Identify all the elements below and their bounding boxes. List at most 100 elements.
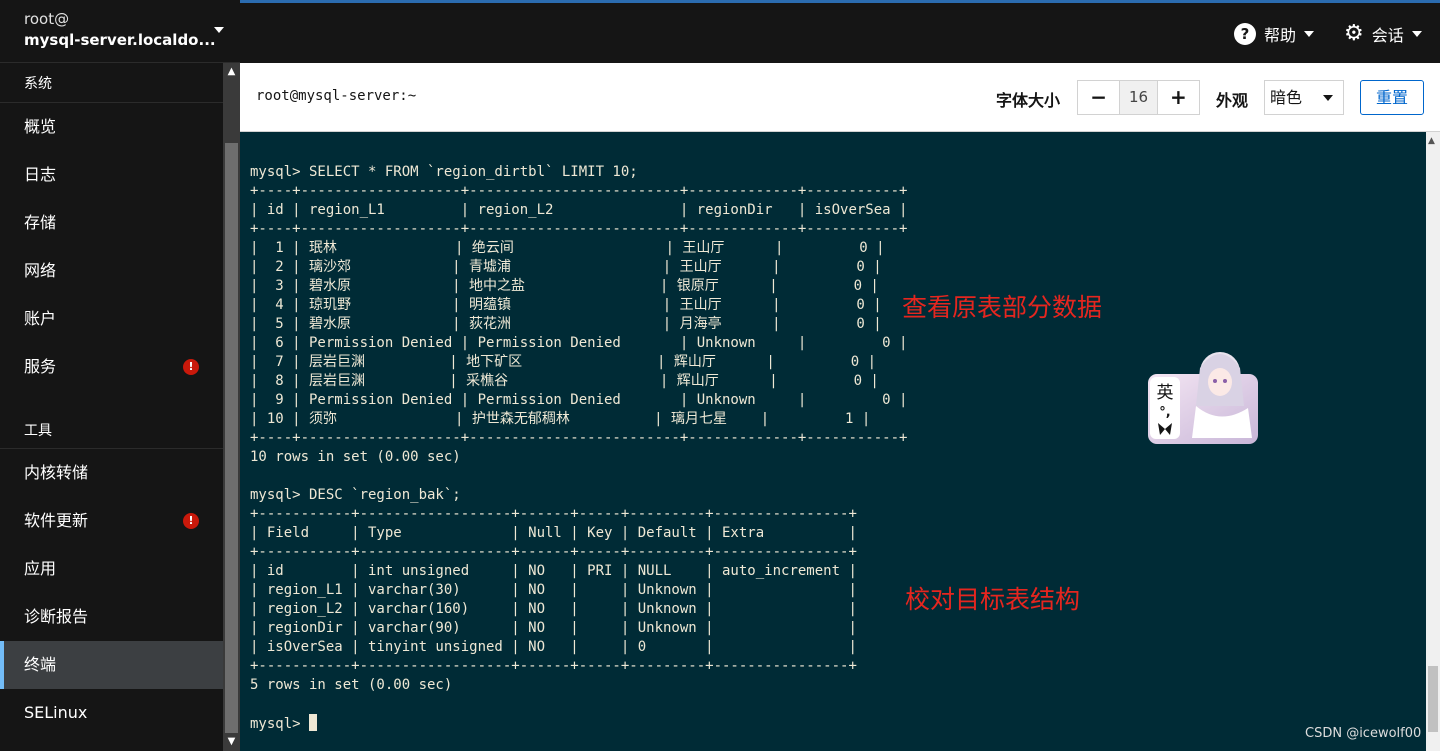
terminal-output: mysql> SELECT * FROM `region_dirtbl` LIM…	[250, 163, 907, 734]
font-size-input[interactable]: 16	[1119, 81, 1158, 114]
sidebar-item-system-5[interactable]: 服务!	[0, 343, 223, 391]
ime-status-badge[interactable]: 英 °,	[1148, 346, 1258, 444]
terminal-line: | 1 | 珉林 | 绝云间 | 王山厅 | 0 |	[250, 240, 885, 256]
help-menu[interactable]: ? 帮助	[1234, 22, 1315, 46]
font-increase-button[interactable]: +	[1158, 81, 1199, 114]
sidebar-item-system-1[interactable]: 日志	[0, 151, 223, 199]
help-label: 帮助	[1264, 26, 1297, 45]
sidebar-item-label: 网络	[24, 261, 57, 280]
help-icon: ?	[1234, 23, 1256, 45]
sidebar-item-tools-0[interactable]: 内核转储	[0, 449, 223, 497]
terminal-title: root@mysql-server:~	[256, 88, 417, 104]
terminal-line: | regionDir | varchar(90) | NO | | Unkno…	[250, 620, 857, 636]
gear-icon: ⚙	[1344, 21, 1364, 46]
sidebar-item-system-0[interactable]: 概览	[0, 103, 223, 151]
terminal-line: | id | region_L1 | region_L2 | regionDir…	[250, 202, 908, 218]
host-switcher[interactable]: root@ mysql-server.localdo...	[0, 0, 240, 63]
font-size-stepper: − 16 +	[1077, 80, 1200, 115]
terminal-line: 10 rows in set (0.00 sec)	[250, 449, 461, 465]
terminal-line: +-----------+------------------+------+-…	[250, 506, 857, 522]
session-menu[interactable]: ⚙ 会话	[1344, 22, 1422, 46]
terminal-line: | 6 | Permission Denied | Permission Den…	[250, 335, 908, 351]
sidebar-item-label: 诊断报告	[24, 607, 89, 626]
terminal-line: | region_L1 | varchar(30) | NO | | Unkno…	[250, 582, 857, 598]
terminal-line: | 2 | 璃沙郊 | 青墟浦 | 王山厅 | 0 |	[250, 259, 882, 275]
terminal-line: | 3 | 碧水原 | 地中之盐 | 银原厅 | 0 |	[250, 278, 879, 294]
terminal-line: | 7 | 层岩巨渊 | 地下矿区 | 辉山厅 | 0 |	[250, 354, 877, 370]
terminal-prompt-line[interactable]: mysql>	[250, 714, 907, 734]
sidebar-item-system-2[interactable]: 存储	[0, 199, 223, 247]
terminal-line: +----+-------------------+--------------…	[250, 183, 908, 199]
sidebar-item-label: 账户	[24, 309, 57, 328]
watermark: CSDN @icewolf00	[1305, 726, 1422, 741]
ime-punct-label: °,	[1159, 405, 1170, 420]
sidebar-item-system-3[interactable]: 网络	[0, 247, 223, 295]
sidebar-item-label: 服务	[24, 357, 57, 376]
scroll-down-icon[interactable]: ▼	[226, 736, 237, 748]
chevron-down-icon	[214, 27, 224, 33]
annotation-check-structure: 校对目标表结构	[905, 585, 1081, 614]
nav-group-system: 系统	[0, 63, 223, 103]
font-size-label: 字体大小	[996, 91, 1061, 110]
chevron-down-icon	[1304, 31, 1315, 37]
terminal-line: mysql> SELECT * FROM `region_dirtbl` LIM…	[250, 164, 638, 180]
terminal-line: +-----------+------------------+------+-…	[250, 658, 857, 674]
masthead: ? 帮助 ⚙ 会话	[240, 0, 1440, 63]
sidebar-item-tools-1[interactable]: 软件更新!	[0, 497, 223, 545]
font-decrease-button[interactable]: −	[1078, 81, 1119, 114]
chevron-down-icon	[1411, 31, 1422, 37]
sidebar-item-label: 内核转储	[24, 463, 89, 482]
terminal-prompt: mysql>	[250, 716, 310, 732]
scrollbar-thumb[interactable]	[1428, 666, 1438, 732]
scroll-up-icon[interactable]: ▲	[226, 66, 237, 78]
sidebar-item-tools-3[interactable]: 诊断报告	[0, 593, 223, 641]
annotation-view-data: 查看原表部分数据	[902, 293, 1103, 322]
alert-icon: !	[183, 513, 199, 529]
terminal-line: | 9 | Permission Denied | Permission Den…	[250, 392, 908, 408]
terminal-line: | 8 | 层岩巨渊 | 采樵谷 | 辉山厅 | 0 |	[250, 373, 879, 389]
nav-menu: 系统 概览日志存储网络账户服务! 工具 内核转储软件更新! 应用诊断报告终端 SEL…	[0, 63, 223, 751]
sidebar-item-label: 概览	[24, 117, 57, 136]
chevron-down-icon	[1323, 95, 1333, 101]
sidebar-scrollbar[interactable]: ▲ ▼	[223, 63, 240, 751]
sidebar-item-label: 软件更新	[24, 511, 89, 530]
terminal-line: +----+-------------------+--------------…	[250, 221, 908, 237]
scrollbar-thumb[interactable]	[225, 143, 238, 733]
terminal-scrollbar[interactable]: ▲	[1426, 132, 1440, 751]
reset-button[interactable]: 重置	[1360, 80, 1424, 115]
terminal-line: | 4 | 琼玑野 | 明蕴镇 | 王山厅 | 0 |	[250, 297, 882, 313]
appearance-value: 暗色	[1270, 88, 1303, 107]
terminal-cursor	[309, 714, 318, 731]
sidebar-item-label: 终端	[24, 655, 57, 674]
terminal-line: 5 rows in set (0.00 sec)	[250, 677, 453, 693]
nav-group-tools: 工具	[0, 401, 223, 449]
sidebar-item-label: 日志	[24, 165, 57, 184]
host-name: mysql-server.localdo...	[24, 31, 216, 49]
scroll-up-icon[interactable]: ▲	[1428, 136, 1435, 146]
terminal-line: | id | int unsigned | NO | PRI | NULL | …	[250, 563, 857, 579]
terminal-line: | 5 | 碧水原 | 荻花洲 | 月海亭 | 0 |	[250, 316, 882, 332]
terminal-line: | 10 | 须弥 | 护世森无郁稠林 | 璃月七星 | 1 |	[250, 411, 871, 427]
appearance-label: 外观	[1216, 91, 1249, 110]
sidebar-item-tools-2[interactable]: 应用	[0, 545, 223, 593]
terminal-line: +-----------+------------------+------+-…	[250, 544, 857, 560]
sidebar-item-label: 应用	[24, 559, 57, 578]
terminal-toolbar: root@mysql-server:~ 字体大小 − 16 + 外观 暗色 重置	[240, 63, 1440, 132]
ime-mode-label: 英	[1157, 383, 1174, 403]
alert-icon: !	[183, 359, 199, 375]
sidebar-item-label: 存储	[24, 213, 57, 232]
terminal-line: | Field | Type | Null | Key | Default | …	[250, 525, 857, 541]
sidebar-item-system-4[interactable]: 账户	[0, 295, 223, 343]
sidebar-item-label: SELinux	[24, 703, 88, 722]
terminal-line: +----+-------------------+--------------…	[250, 430, 908, 446]
sidebar-item-tools-4[interactable]: 终端	[0, 641, 223, 689]
sidebar: root@ mysql-server.localdo... 系统 概览日志存储网…	[0, 0, 240, 751]
terminal-line: | region_L2 | varchar(160) | NO | | Unkn…	[250, 601, 857, 617]
appearance-select[interactable]: 暗色	[1264, 80, 1344, 115]
host-user: root@	[24, 10, 70, 28]
session-label: 会话	[1371, 26, 1404, 45]
terminal-line: | isOverSea | tinyint unsigned | NO | | …	[250, 639, 857, 655]
sidebar-item-tools-5[interactable]: SELinux	[0, 689, 223, 737]
